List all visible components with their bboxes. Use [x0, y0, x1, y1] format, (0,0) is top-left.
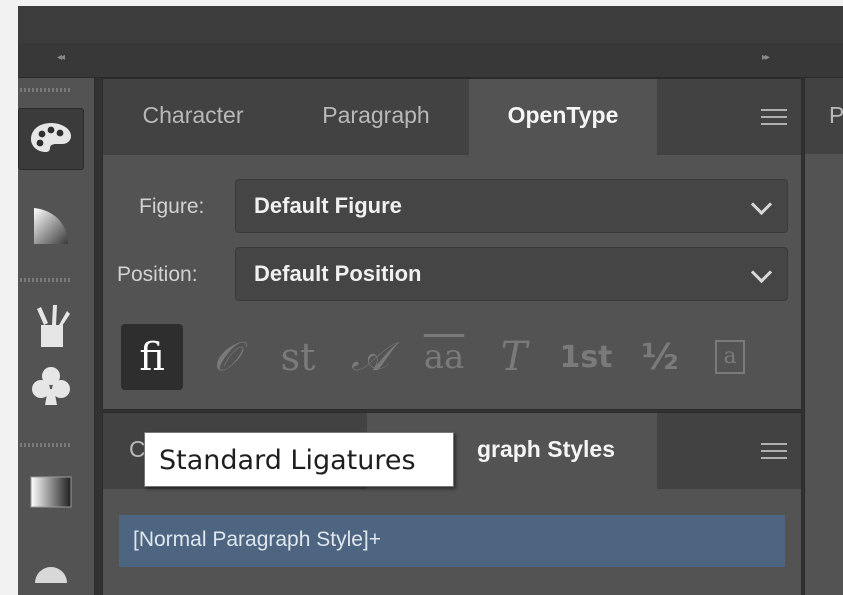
application-bar [18, 6, 843, 43]
grip-handle[interactable] [20, 88, 70, 92]
ordinals-button[interactable]: 1st [549, 324, 623, 390]
figure-value: Default Figure [254, 193, 402, 218]
position-label: Position: [117, 263, 198, 286]
figure-dropdown[interactable]: Default Figure [235, 179, 788, 233]
chevron-down-icon [750, 193, 773, 216]
panel-dock-header: ◂◂ ▸▸ [18, 43, 843, 78]
tooltip: Standard Ligatures [144, 432, 454, 487]
collapse-left-icon[interactable]: ◂◂ [57, 52, 65, 63]
standard-ligatures-button[interactable]: ﬁ [121, 324, 183, 390]
fractions-icon: ½ [641, 336, 679, 378]
right-panel-tab[interactable]: P [805, 78, 843, 154]
panel-icon-strip [18, 78, 95, 595]
tab-paragraph[interactable]: Paragraph [283, 79, 469, 155]
figure-label: Figure: [139, 195, 205, 218]
swash-icon: 𝒜 [351, 334, 389, 380]
app-window: ◂◂ ▸▸ Character Paragraph OpenType Figur… [18, 6, 843, 595]
right-panel: P [804, 78, 843, 595]
ordinals-icon: 1st [559, 339, 613, 375]
stylistic-alternates-button[interactable]: aa [409, 324, 479, 390]
titling-alternates-button[interactable]: T [483, 324, 545, 390]
opentype-panel: Character Paragraph OpenType Figure: Def… [102, 78, 802, 410]
contextual-alternates-icon: 𝒪 [213, 334, 239, 380]
discretionary-ligatures-button[interactable]: st [267, 324, 329, 390]
stylistic-sets-icon: a [715, 340, 745, 374]
expand-right-icon[interactable]: ▸▸ [762, 52, 770, 63]
position-value: Default Position [254, 261, 422, 286]
tooltip-text: Standard Ligatures [159, 445, 416, 476]
position-dropdown[interactable]: Default Position [235, 247, 788, 301]
panel-menu-icon[interactable] [761, 109, 787, 125]
stylistic-sets-button[interactable]: a [699, 324, 761, 390]
style-name: [Normal Paragraph Style]+ [133, 528, 382, 551]
contextual-alternates-button[interactable]: 𝒪 [195, 324, 257, 390]
symbols-icon[interactable] [18, 358, 84, 418]
standard-ligatures-icon: ﬁ [139, 335, 165, 379]
color-guide-icon[interactable] [18, 196, 84, 256]
color-palette-icon[interactable] [18, 108, 84, 170]
chevron-down-icon [750, 261, 773, 284]
tab-character[interactable]: Character [103, 79, 283, 155]
titling-alternates-icon: T [500, 334, 528, 380]
stylistic-alternates-icon: aa [423, 337, 465, 377]
right-panel-tab-label: P [829, 102, 843, 128]
brushes-icon[interactable] [18, 296, 84, 356]
discretionary-ligatures-icon: st [280, 335, 316, 379]
list-item-selected-style[interactable]: [Normal Paragraph Style]+ [119, 515, 785, 567]
grip-handle[interactable] [20, 443, 70, 447]
partial-tool-icon[interactable] [18, 538, 84, 595]
gradient-icon[interactable] [18, 462, 84, 522]
fractions-button[interactable]: ½ [629, 324, 691, 390]
tab-opentype[interactable]: OpenType [469, 79, 657, 155]
swash-button[interactable]: 𝒜 [339, 324, 401, 390]
grip-handle[interactable] [20, 278, 70, 282]
panel-tabs: Character Paragraph OpenType [103, 79, 801, 155]
panel-menu-icon[interactable] [761, 443, 787, 459]
